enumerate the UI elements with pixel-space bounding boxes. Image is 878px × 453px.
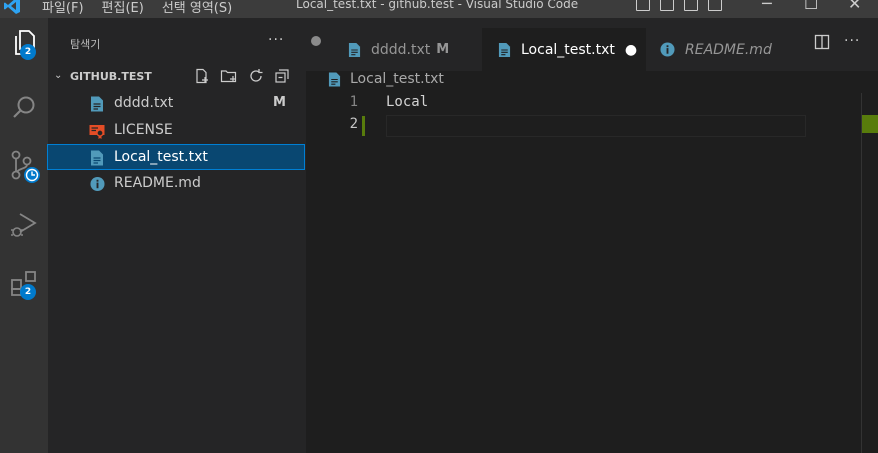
explorer-button[interactable]: 2 [0, 18, 48, 66]
source-control-icon [11, 150, 40, 183]
menu-file[interactable]: 파일(F) [42, 0, 84, 16]
info-icon [660, 42, 675, 57]
current-line-highlight [386, 115, 806, 137]
explorer-actions [194, 68, 290, 84]
breadcrumb: Local_test.txt [306, 71, 878, 93]
tab-label: dddd.txt [371, 41, 431, 58]
customize-layout-icon[interactable] [708, 0, 722, 11]
editor-tabs: dddd.txt M Local_test.txt ● README.md ··… [306, 18, 878, 71]
file-name: Local_test.txt [114, 149, 208, 165]
explorer-more-actions-button[interactable]: ··· [268, 32, 284, 48]
code-line[interactable]: Local [386, 94, 428, 110]
explorer-sidebar: 탐색기 ··· ⌄ GITHUB.TEST dddd.txt M LICENSE… [47, 18, 306, 453]
toggle-panel-icon[interactable] [660, 0, 674, 11]
file-item-license[interactable]: LICENSE [48, 118, 306, 144]
scrollbar-change-marker [862, 115, 878, 133]
minimize-button[interactable]: ─ [762, 0, 772, 13]
file-name: README.md [114, 175, 201, 191]
window-title: Local_test.txt - github.test - Visual St… [296, 0, 579, 11]
file-item-readme[interactable]: README.md [48, 171, 306, 197]
tab-local-test[interactable]: Local_test.txt ● [482, 28, 646, 71]
unsaved-dot-icon [311, 36, 321, 46]
extensions-button[interactable]: 2 [0, 258, 48, 306]
workspace-section-header[interactable]: ⌄ GITHUB.TEST [48, 66, 306, 88]
layout-controls [636, 0, 722, 11]
file-text-icon [498, 42, 511, 57]
certificate-icon [89, 125, 105, 139]
minimap-border [861, 93, 862, 453]
maximize-button[interactable]: ☐ [804, 0, 818, 13]
new-file-icon[interactable] [194, 68, 210, 84]
code-editor[interactable]: 1 Local 2 [306, 93, 878, 453]
source-control-button[interactable] [0, 143, 48, 191]
tab-status: M [436, 42, 450, 57]
refresh-icon[interactable] [248, 68, 264, 84]
collapse-all-icon[interactable] [274, 68, 290, 84]
line-number: 2 [349, 116, 358, 132]
menu-bar: 파일(F) 편집(E) 선택 영역(S) [42, 0, 232, 16]
title-bar: 파일(F) 편집(E) 선택 영역(S) Local_test.txt - gi… [0, 0, 878, 18]
tab-label: README.md [685, 41, 772, 58]
file-name: dddd.txt [114, 95, 174, 111]
close-window-button[interactable]: ✕ [848, 0, 861, 13]
git-status-modified: M [273, 95, 286, 110]
editor-actions: ··· [814, 34, 860, 50]
vscode-logo-icon [4, 0, 20, 14]
explorer-title: 탐색기 [70, 38, 101, 51]
menu-edit[interactable]: 편집(E) [102, 0, 144, 16]
info-icon [90, 176, 105, 192]
line-number: 1 [349, 94, 358, 110]
explorer-badge: 2 [20, 44, 36, 60]
file-text-icon [91, 150, 103, 166]
workspace-name: GITHUB.TEST [70, 70, 152, 83]
breadcrumb-file[interactable]: Local_test.txt [350, 71, 444, 87]
tab-readme[interactable]: README.md [646, 28, 798, 71]
file-text-icon [328, 72, 341, 87]
search-button[interactable] [0, 84, 48, 132]
run-debug-icon [11, 213, 37, 237]
chevron-down-icon: ⌄ [54, 70, 63, 81]
file-item-dddd[interactable]: dddd.txt M [48, 91, 306, 117]
git-added-gutter-marker [362, 116, 365, 136]
toggle-secondary-sidebar-icon[interactable] [684, 0, 698, 11]
menu-selection[interactable]: 선택 영역(S) [162, 0, 232, 16]
activity-bar: 2 2 [0, 18, 48, 453]
more-actions-icon[interactable]: ··· [844, 34, 860, 50]
run-debug-button[interactable] [0, 200, 48, 248]
file-item-local-test[interactable]: Local_test.txt [47, 144, 305, 170]
tab-dirty-indicator[interactable]: ● [625, 42, 637, 58]
toggle-sidebar-icon[interactable] [636, 0, 650, 11]
file-text-icon [91, 96, 103, 112]
search-icon [13, 96, 35, 118]
new-folder-icon[interactable] [220, 68, 238, 84]
extensions-badge: 2 [20, 284, 36, 300]
tab-label: Local_test.txt [521, 41, 615, 58]
file-name: LICENSE [114, 122, 173, 138]
tab-dddd[interactable]: dddd.txt M [334, 28, 482, 71]
file-text-icon [348, 42, 361, 57]
split-editor-icon[interactable] [814, 34, 830, 50]
